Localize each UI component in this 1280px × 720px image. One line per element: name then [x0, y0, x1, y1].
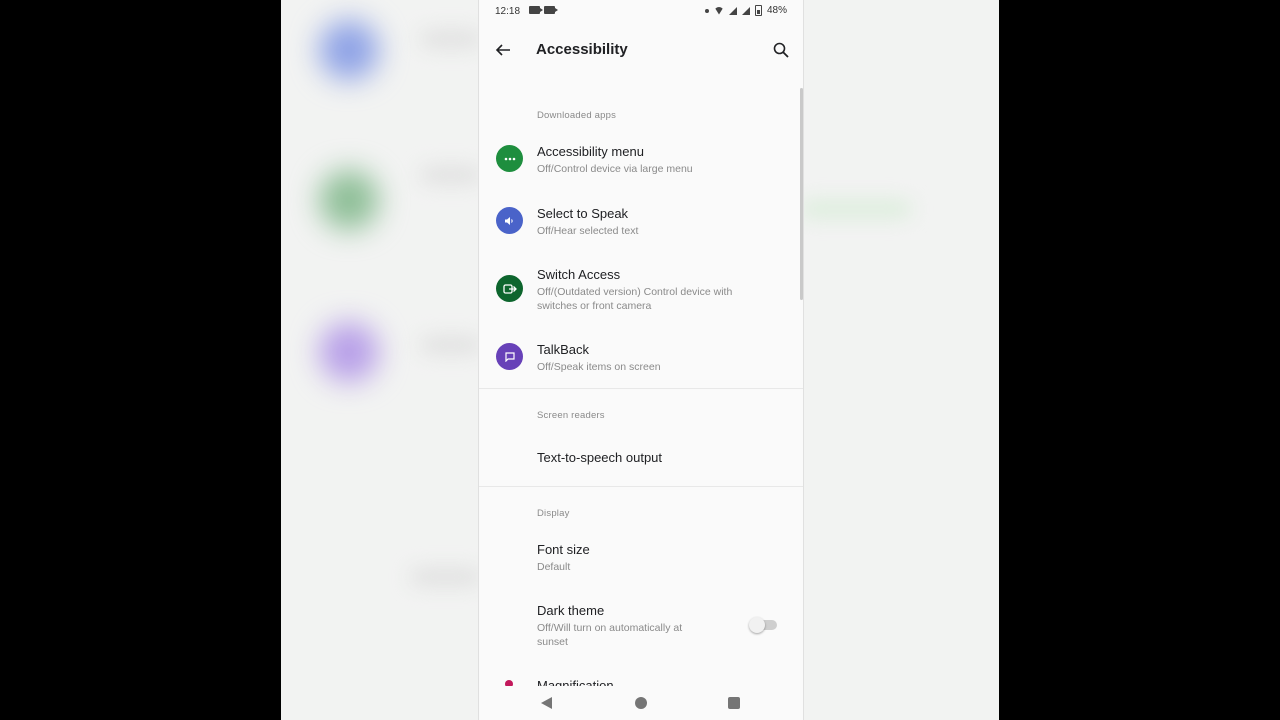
item-title: Text-to-speech output	[537, 450, 663, 465]
toggle-knob	[749, 617, 765, 633]
section-header-display: Display	[537, 508, 570, 519]
section-header-screen-readers: Screen readers	[537, 410, 605, 421]
more-dots-icon	[496, 145, 523, 172]
status-time: 12:18	[495, 6, 521, 17]
blurred-line	[801, 202, 911, 216]
app-bar: Accessibility	[479, 24, 803, 76]
wifi-icon	[713, 6, 724, 15]
item-subtitle: Off/Will turn on automatically at sunset	[537, 622, 683, 648]
status-bar: 12:18 48%	[479, 0, 803, 24]
list-item-font-size[interactable]: Font size Default	[479, 542, 803, 578]
signal-icon	[741, 6, 750, 15]
scrollbar[interactable]	[800, 88, 803, 300]
item-subtitle: Default	[537, 561, 571, 573]
item-subtitle: Off/Speak items on screen	[537, 361, 661, 373]
notification-dot-icon	[704, 8, 709, 13]
blurred-line	[421, 338, 481, 352]
search-button[interactable]	[769, 38, 793, 62]
blurred-line	[411, 570, 481, 584]
chat-icon	[496, 343, 523, 370]
list-item-text-to-speech[interactable]: Text-to-speech output	[479, 450, 803, 470]
nav-home-icon[interactable]	[635, 697, 647, 709]
item-title: Magnification	[537, 678, 614, 686]
switch-icon	[496, 275, 523, 302]
phone-screen: 12:18 48% Accessibility Downloaded apps …	[478, 0, 804, 720]
speaker-icon	[496, 207, 523, 234]
list-item-switch-access[interactable]: Switch Access Off/(Outdated version) Con…	[479, 267, 803, 321]
blurred-blue-blob	[319, 20, 379, 80]
blurred-line	[421, 32, 481, 46]
arrow-back-icon	[495, 44, 510, 56]
battery-icon	[754, 5, 762, 16]
list-item-magnification[interactable]: Magnification	[479, 678, 803, 686]
status-left-icons	[529, 6, 558, 14]
list-item-accessibility-menu[interactable]: Accessibility menu Off/Control device vi…	[479, 144, 803, 184]
blurred-green-blob	[319, 170, 379, 230]
list-item-talkback[interactable]: TalkBack Off/Speak items on screen	[479, 342, 803, 382]
back-button[interactable]	[491, 38, 515, 62]
video-camera-icon	[529, 6, 543, 14]
divider	[479, 486, 803, 487]
battery-percent: 48%	[766, 5, 787, 16]
item-title: TalkBack	[537, 342, 590, 357]
nav-back-icon[interactable]	[541, 697, 552, 709]
settings-list[interactable]: Downloaded apps Accessibility menu Off/C…	[479, 76, 803, 686]
dark-theme-toggle[interactable]	[749, 617, 777, 633]
item-subtitle: Off/Control device via large menu	[537, 163, 693, 175]
item-title: Switch Access	[537, 267, 621, 282]
blurred-line	[421, 168, 481, 182]
item-title: Font size	[537, 542, 590, 557]
list-item-dark-theme[interactable]: Dark theme Off/Will turn on automaticall…	[479, 603, 803, 653]
video-camera-icon	[544, 6, 558, 14]
nav-recents-icon[interactable]	[728, 697, 740, 709]
search-icon	[773, 42, 789, 58]
item-subtitle: Off/Hear selected text	[537, 225, 639, 237]
navigation-bar	[479, 686, 803, 720]
status-right-icons: 48%	[704, 5, 787, 16]
item-title: Select to Speak	[537, 206, 629, 221]
item-title: Dark theme	[537, 603, 605, 618]
divider	[479, 388, 803, 389]
item-subtitle: Off/(Outdated version) Control device wi…	[537, 286, 733, 312]
item-title: Accessibility menu	[537, 144, 644, 159]
section-header-downloaded-apps: Downloaded apps	[537, 110, 617, 121]
blurred-purple-blob	[319, 322, 379, 382]
signal-icon	[728, 6, 737, 15]
page-title: Accessibility	[536, 41, 628, 58]
list-item-select-to-speak[interactable]: Select to Speak Off/Hear selected text	[479, 206, 803, 246]
